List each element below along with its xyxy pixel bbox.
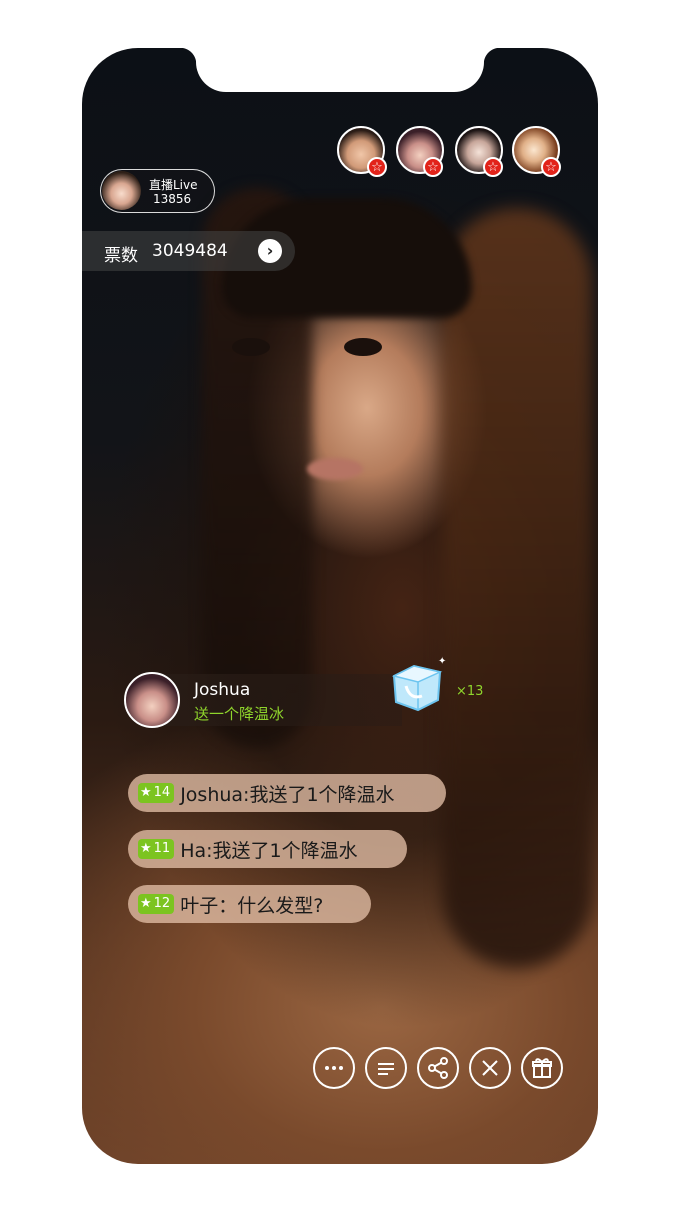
gift-count: ×13 <box>456 684 484 699</box>
gift-button[interactable] <box>521 1047 563 1089</box>
votes-bar[interactable]: 票数 3049484 › <box>82 231 295 271</box>
background-lips <box>307 458 363 480</box>
star-badge-icon: ☆ <box>541 157 561 177</box>
close-button[interactable] <box>469 1047 511 1089</box>
danmaku-icon <box>378 1063 394 1075</box>
star-icon: ★ <box>140 896 152 911</box>
chat-text: Joshua:我送了1个降温水 <box>180 783 395 806</box>
background-eye <box>344 338 382 356</box>
gift-sender-name: Joshua <box>194 680 251 700</box>
ice-cube-gift-icon: ✦ <box>391 656 446 712</box>
star-badge-icon: ☆ <box>367 157 387 177</box>
device-notch <box>180 48 500 92</box>
chat-message[interactable]: ★ 12 叶子：什么发型? <box>128 885 371 923</box>
svg-text:✦: ✦ <box>438 656 446 667</box>
chat-text: Ha:我送了1个降温水 <box>180 839 358 862</box>
host-viewer-count: 13856 <box>153 192 192 206</box>
host-title: 直播Live <box>149 178 198 192</box>
close-icon <box>482 1060 498 1076</box>
level-number: 11 <box>153 841 171 856</box>
comment-button[interactable] <box>313 1047 355 1089</box>
star-badge-icon: ☆ <box>483 157 503 177</box>
danmaku-button[interactable] <box>365 1047 407 1089</box>
star-badge-icon: ☆ <box>423 157 443 177</box>
share-button[interactable] <box>417 1047 459 1089</box>
gift-banner: Joshua 送一个降温冰 <box>124 672 404 728</box>
level-number: 14 <box>153 785 171 800</box>
level-badge: ★ 11 <box>138 839 175 859</box>
background-eye <box>232 338 270 356</box>
host-info[interactable]: 直播Live 13856 <box>100 169 215 213</box>
star-icon: ★ <box>140 841 152 856</box>
votes-label: 票数 <box>104 246 138 266</box>
background-hair <box>442 208 592 968</box>
chat-message[interactable]: ★ 14 Joshua:我送了1个降温水 <box>128 774 446 812</box>
share-icon <box>428 1057 448 1079</box>
chat-text: 叶子：什么发型? <box>180 894 324 917</box>
gift-icon <box>532 1058 552 1078</box>
level-number: 12 <box>153 896 171 911</box>
gift-sender-avatar[interactable] <box>124 672 180 728</box>
votes-value: 3049484 <box>152 241 228 261</box>
live-stream-screen <box>82 48 598 1164</box>
gift-message: 送一个降温冰 <box>194 705 285 723</box>
star-icon: ★ <box>140 785 152 800</box>
chevron-right-icon[interactable]: › <box>258 239 282 263</box>
host-avatar[interactable] <box>102 171 141 210</box>
level-badge: ★ 14 <box>138 783 175 803</box>
chat-message[interactable]: ★ 11 Ha:我送了1个降温水 <box>128 830 407 868</box>
comment-icon <box>325 1066 343 1070</box>
level-badge: ★ 12 <box>138 894 175 914</box>
